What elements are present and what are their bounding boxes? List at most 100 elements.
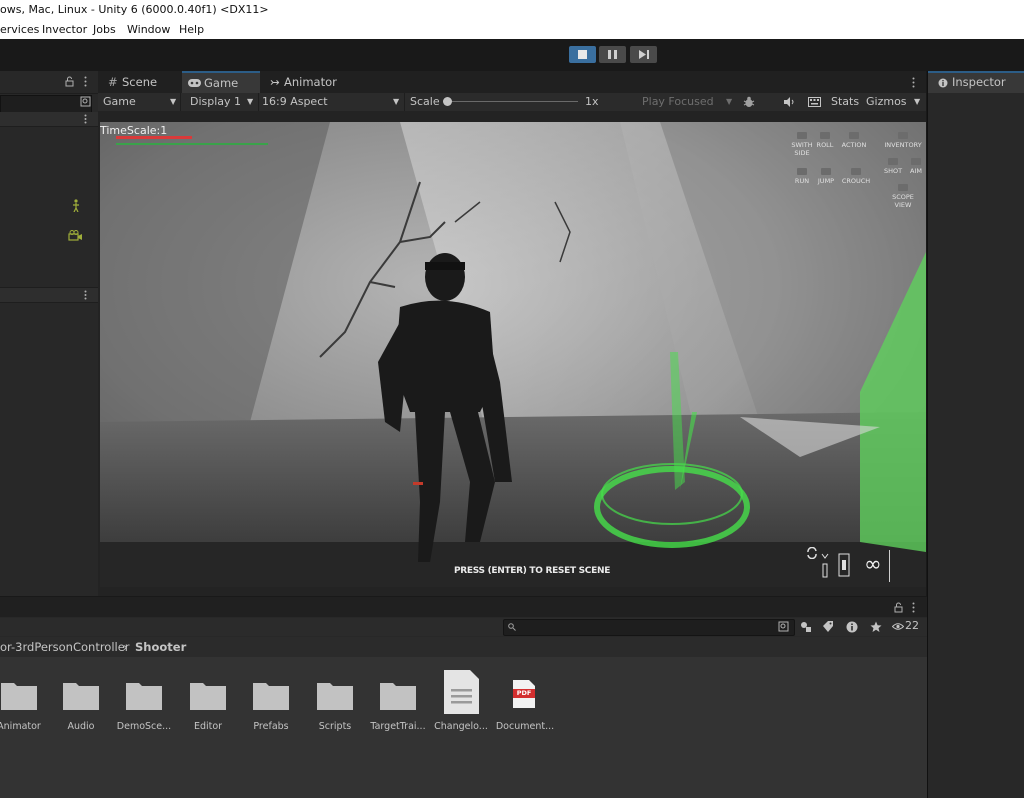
- project-assets-grid: Animator Audio DemoSce... Editor Prefabs…: [0, 657, 927, 798]
- stop-icon: [578, 50, 587, 59]
- tab-inspector[interactable]: Inspector: [928, 71, 1024, 93]
- project-search-input[interactable]: [503, 619, 795, 636]
- pause-button[interactable]: [599, 46, 626, 63]
- breadcrumb-separator-icon: ›: [123, 640, 128, 654]
- animator-icon: ↣: [270, 75, 280, 89]
- more-options-icon[interactable]: [84, 76, 87, 87]
- hud-action: ACTION: [839, 132, 869, 149]
- scale-label: Scale: [410, 95, 440, 108]
- visibility-eye-icon[interactable]: [892, 622, 904, 631]
- keyboard-icon[interactable]: [808, 97, 821, 107]
- weapon-icon: [838, 553, 850, 577]
- gamepad-icon: [188, 79, 201, 87]
- stamina-bar: [116, 143, 268, 145]
- play-stop-button[interactable]: [569, 46, 596, 63]
- chevron-down-icon: ▼: [247, 97, 254, 106]
- reset-scene-hint: PRESS (ENTER) TO RESET SCENE: [454, 566, 611, 576]
- game-viewport[interactable]: TimeScale:1 SWITH SIDE ROLL ACTION INVEN…: [100, 122, 926, 587]
- breadcrumb-current[interactable]: Shooter: [135, 637, 186, 657]
- ammo-count: ∞: [864, 552, 882, 576]
- favorite-star-icon[interactable]: [870, 621, 882, 633]
- hud-inventory: INVENTORY: [881, 132, 925, 149]
- folder-icon: [126, 683, 162, 710]
- hierarchy-scene-row[interactable]: [0, 112, 98, 127]
- display-dropdown[interactable]: Display 1 ▼: [182, 93, 259, 111]
- project-header: [0, 597, 927, 617]
- health-bar: [116, 136, 192, 139]
- menu-services[interactable]: ervices: [0, 20, 39, 39]
- tab-scene[interactable]: # Scene: [106, 71, 178, 93]
- gizmos-button[interactable]: Gizmos: [866, 93, 907, 111]
- section-more-icon[interactable]: [84, 290, 87, 300]
- tab-game[interactable]: Game: [182, 71, 260, 93]
- scene-more-icon[interactable]: [84, 114, 87, 124]
- menu-invector[interactable]: Invector: [42, 20, 87, 39]
- menu-jobs[interactable]: Jobs: [93, 20, 116, 39]
- breadcrumb-parent[interactable]: or-3rdPersonController: [0, 637, 130, 657]
- hierarchy-header: [0, 71, 98, 94]
- chevron-down-icon: ▼: [726, 97, 733, 106]
- hud-roll: ROLL: [814, 132, 836, 149]
- view-tab-bar: # Scene Game ↣ Animator: [98, 71, 926, 93]
- character-icon: [73, 199, 79, 212]
- gizmos-dropdown-icon[interactable]: ▼: [914, 93, 920, 111]
- info-icon: [938, 78, 948, 88]
- folder-icon: [190, 683, 226, 710]
- scale-slider[interactable]: [444, 101, 578, 102]
- pdf-badge: PDF: [516, 689, 532, 697]
- ammo-clip-icon: [821, 553, 829, 578]
- main-toolbar: [0, 39, 1024, 71]
- scale-value: 1x: [585, 95, 599, 108]
- text-file-icon: [444, 670, 479, 714]
- lock-icon[interactable]: [65, 76, 74, 87]
- window-title: ows, Mac, Linux - Unity 6 (6000.0.40f1) …: [0, 3, 269, 16]
- scene-grid-icon: #: [108, 75, 118, 89]
- menu-window[interactable]: Window: [127, 20, 170, 39]
- bug-icon[interactable]: [743, 96, 755, 108]
- hud-jump: JUMP: [814, 168, 838, 185]
- step-button[interactable]: [630, 46, 657, 63]
- more-options-icon[interactable]: [912, 602, 915, 613]
- aspect-dropdown[interactable]: 16:9 Aspect ▼: [260, 93, 405, 111]
- search-filter-icon[interactable]: [778, 621, 790, 633]
- lock-icon[interactable]: [894, 602, 903, 613]
- hud-crouch: CROUCH: [839, 168, 873, 185]
- step-icon: [638, 50, 649, 59]
- inspector-panel: Inspector: [927, 71, 1024, 798]
- search-filter-icon[interactable]: [80, 96, 92, 108]
- menu-help[interactable]: Help: [179, 20, 204, 39]
- hud-shot: SHOT: [881, 158, 905, 175]
- info-icon[interactable]: [846, 621, 858, 633]
- hud-scope-view: SCOPE VIEW: [886, 184, 920, 209]
- game-view-more-icon[interactable]: [912, 77, 915, 88]
- folder-icon: [380, 683, 416, 710]
- hidden-packages-count: 22: [905, 619, 919, 632]
- hud-divider: [889, 550, 890, 582]
- chevron-down-icon: ▼: [393, 97, 400, 106]
- search-icon: [508, 623, 516, 631]
- game-mode-dropdown[interactable]: Game ▼: [98, 93, 181, 111]
- hierarchy-section-row[interactable]: [0, 287, 98, 303]
- folder-icon: [253, 683, 289, 710]
- hierarchy-panel: [0, 71, 98, 596]
- play-mode-dropdown[interactable]: Play Focused ▼: [638, 93, 738, 111]
- pause-icon: [608, 50, 617, 59]
- hud-aim: AIM: [905, 158, 926, 175]
- stats-button[interactable]: Stats: [831, 93, 859, 111]
- hierarchy-search-input[interactable]: [0, 95, 92, 113]
- tab-animator[interactable]: ↣ Animator: [270, 71, 360, 93]
- chevron-down-icon: ▼: [170, 97, 177, 106]
- scale-slider-handle[interactable]: [443, 97, 452, 106]
- folder-icon: [317, 683, 353, 710]
- swap-weapon-icon: [807, 547, 817, 559]
- game-scene-render: [100, 122, 926, 587]
- camera-icon: [68, 230, 82, 241]
- audio-icon[interactable]: [784, 97, 796, 107]
- game-view-toolbar: Game ▼ Display 1 ▼ 16:9 Aspect ▼ Scale 1…: [98, 93, 926, 111]
- window-title-bar: ows, Mac, Linux - Unity 6 (6000.0.40f1) …: [0, 0, 1024, 20]
- filter-by-type-icon[interactable]: [800, 621, 812, 633]
- menu-bar: ervices Invector Jobs Window Help: [0, 20, 1024, 39]
- hud-run: RUN: [790, 168, 814, 185]
- filter-by-label-icon[interactable]: [822, 621, 834, 633]
- project-toolbar: 22: [0, 618, 927, 636]
